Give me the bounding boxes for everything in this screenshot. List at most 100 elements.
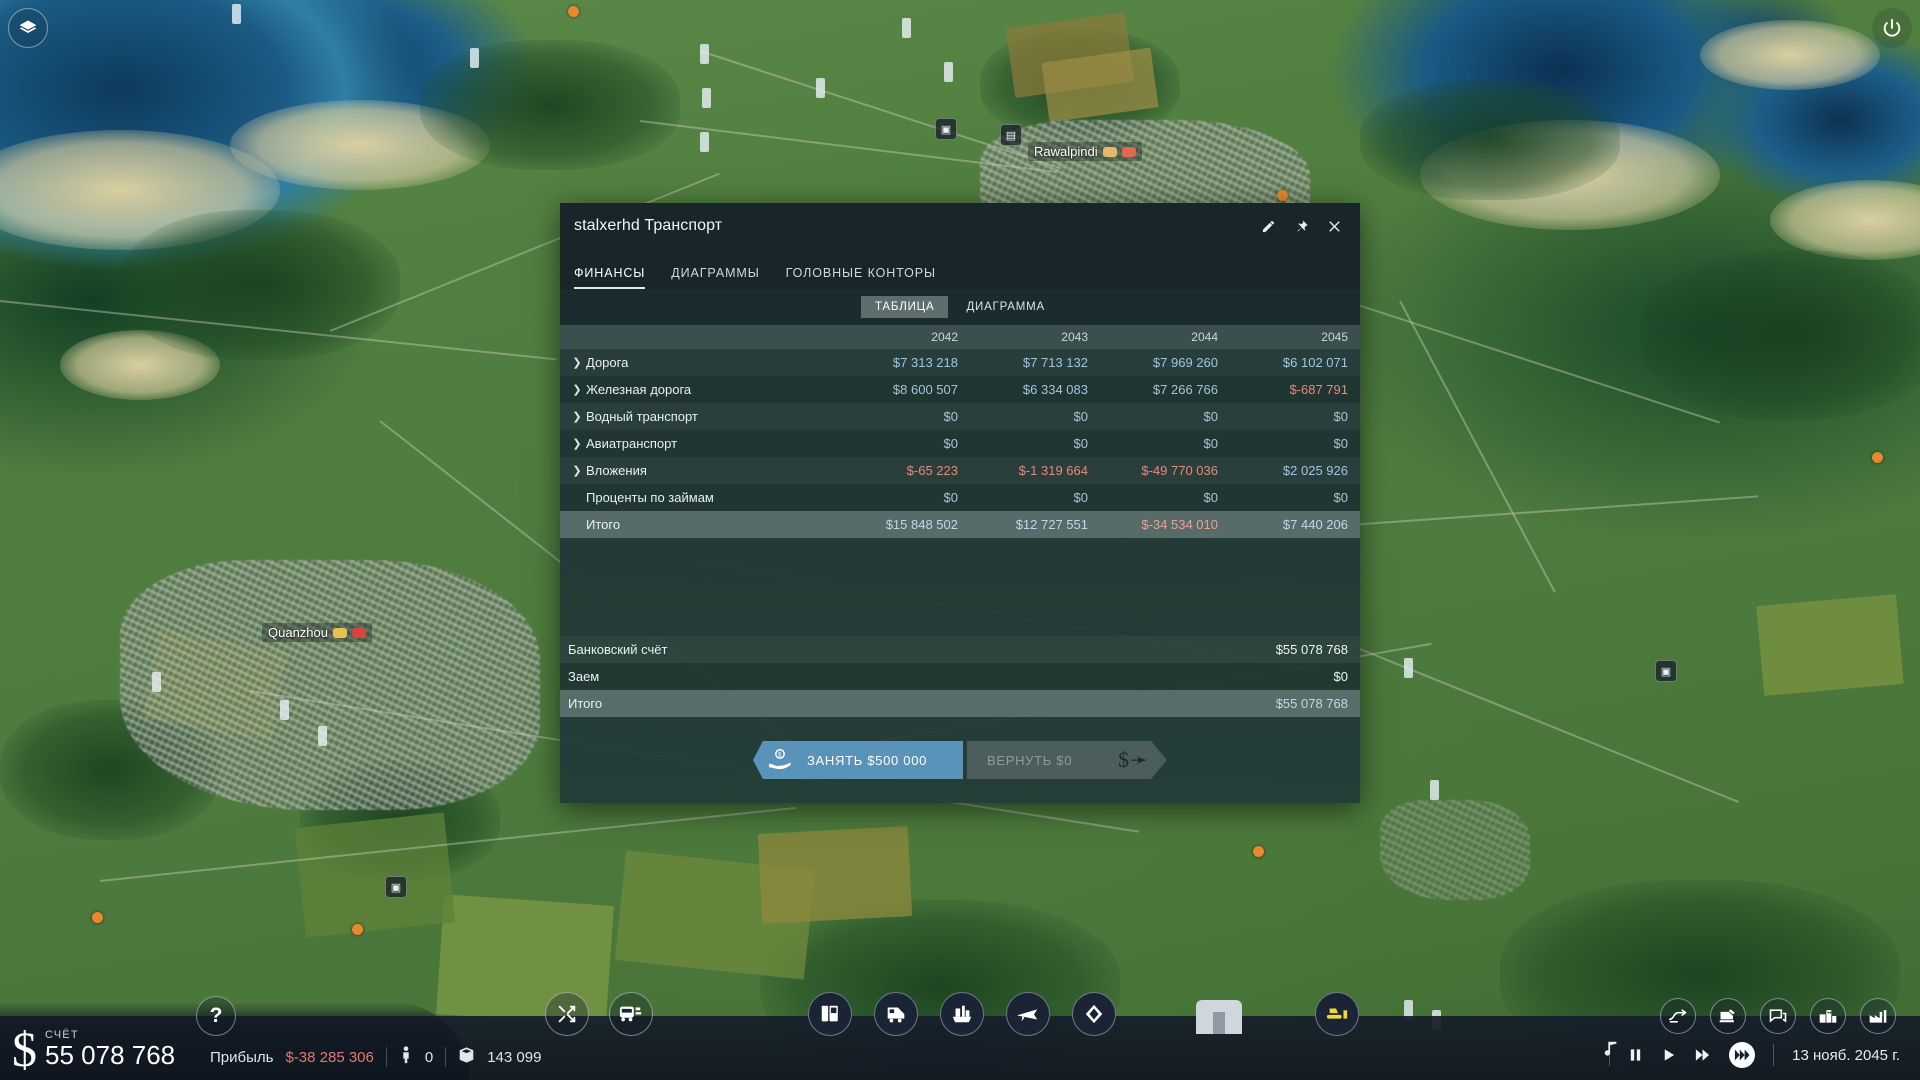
map-city-name: Rawalpindi	[1034, 144, 1098, 159]
stats-divider-2	[445, 1047, 446, 1067]
cell-2045: $6 102 071	[1230, 355, 1360, 370]
play-icon	[1661, 1047, 1676, 1063]
table-row[interactable]: ❯ Дорога $7 313 218 $7 713 132 $7 969 26…	[560, 349, 1360, 376]
borrow-button[interactable]: $ ЗАНЯТЬ $500 000	[753, 741, 963, 779]
map-city-label[interactable]: Quanzhou	[262, 623, 372, 642]
tools-left-group	[545, 992, 653, 1036]
cell-2043: $0	[970, 436, 1100, 451]
dollar-sign-icon: $	[12, 1024, 37, 1074]
playback-controls: 13 нояб. 2045 г.	[1609, 1042, 1900, 1068]
cell-2044: $7 266 766	[1100, 382, 1230, 397]
pin-icon[interactable]	[1294, 219, 1309, 234]
question-mark-icon: ?	[210, 1004, 223, 1028]
cell-2045: $-687 791	[1230, 382, 1360, 397]
table-row[interactable]: ❯ Вложения $-65 223 $-1 319 664 $-49 770…	[560, 457, 1360, 484]
panel-title: stalxerhd Транспорт	[574, 217, 1261, 235]
tab-headquarters[interactable]: ГОЛОВНЫЕ КОНТОРЫ	[786, 266, 936, 289]
pause-icon	[1628, 1047, 1643, 1063]
mine-button[interactable]	[1072, 992, 1116, 1036]
cargo-value: 143 099	[487, 1049, 541, 1066]
pencil-icon[interactable]	[1261, 219, 1276, 234]
resource-swatch-2	[1122, 147, 1136, 157]
cell-2044: $7 969 260	[1100, 355, 1230, 370]
repay-button[interactable]: ВЕРНУТЬ $0 $➛	[967, 741, 1167, 779]
power-button[interactable]	[1872, 8, 1912, 48]
city-icon	[1818, 1007, 1838, 1025]
row-label: Проценты по займам	[586, 490, 840, 505]
summary-label: Заем	[568, 669, 1334, 684]
view-mode-switch[interactable]: ТАБЛИЦА ДИАГРАММА	[560, 289, 1360, 325]
profit-value: $-38 285 306	[285, 1049, 373, 1066]
cell-2045: $0	[1230, 490, 1360, 505]
map-marker-cargo[interactable]: ▣	[385, 876, 407, 898]
map-city-label[interactable]: Rawalpindi	[1028, 142, 1142, 161]
bus-button[interactable]	[609, 992, 653, 1036]
table-row[interactable]: ❯ Водный транспорт $0 $0 $0 $0	[560, 403, 1360, 430]
map-marker-cargo[interactable]: ▣	[1655, 660, 1677, 682]
plane-button[interactable]	[1006, 992, 1050, 1036]
chevron-right-icon[interactable]: ❯	[568, 464, 586, 477]
summary-row-total: Итого $55 078 768	[560, 690, 1360, 717]
table-row[interactable]: Проценты по займам $0 $0 $0 $0	[560, 484, 1360, 511]
total-2045: $7 440 206	[1230, 517, 1360, 532]
cell-2042: $0	[840, 409, 970, 424]
very-fast-forward-button[interactable]	[1729, 1042, 1755, 1068]
fast-forward-button[interactable]	[1694, 1047, 1711, 1063]
bulldozer-icon	[1325, 1004, 1349, 1024]
chevron-right-icon[interactable]: ❯	[568, 410, 586, 423]
finance-panel[interactable]: stalxerhd Транспорт ФИНАНСЫ ДИАГРАММЫ ГО…	[560, 203, 1360, 803]
svg-text:$: $	[778, 750, 782, 759]
vehicle-editor-button[interactable]	[1710, 998, 1746, 1034]
tools-mid-group	[808, 992, 1116, 1036]
chevron-right-icon[interactable]: ❯	[568, 437, 586, 450]
tab-charts[interactable]: ДИАГРАММЫ	[671, 266, 759, 289]
subtab-chart[interactable]: ДИАГРАММА	[952, 296, 1059, 318]
shuffle-icon	[556, 1003, 578, 1025]
playback-divider-2	[1773, 1044, 1774, 1066]
route-button[interactable]	[1660, 998, 1696, 1034]
cell-2042: $0	[840, 436, 970, 451]
train-button[interactable]	[874, 992, 918, 1036]
shuffle-button[interactable]	[545, 992, 589, 1036]
row-label: Железная дорога	[586, 382, 840, 397]
map-marker-station[interactable]: ▤	[1000, 124, 1022, 146]
chat-button[interactable]	[1760, 998, 1796, 1034]
industry-button[interactable]	[1860, 998, 1896, 1034]
map-marker-cargo[interactable]: ▣	[935, 118, 957, 140]
bottom-toolbar: $ СЧЁТ 55 078 768 Прибыль $-38 285 306 0…	[0, 1016, 1920, 1080]
table-total-row: Итого $15 848 502 $12 727 551 $-34 534 0…	[560, 511, 1360, 538]
cell-2043: $7 713 132	[970, 355, 1100, 370]
repay-label: ВЕРНУТЬ $0	[987, 753, 1072, 768]
mine-icon	[1083, 1003, 1105, 1025]
panel-tabs[interactable]: ФИНАНСЫ ДИАГРАММЫ ГОЛОВНЫЕ КОНТОРЫ	[560, 249, 1360, 289]
close-icon[interactable]	[1327, 219, 1342, 234]
table-header-row: 2042 2043 2044 2045	[560, 325, 1360, 349]
header-year-2043: 2043	[970, 330, 1100, 344]
bulldozer-button[interactable]	[1315, 992, 1359, 1036]
table-row[interactable]: ❯ Авиатранспорт $0 $0 $0 $0	[560, 430, 1360, 457]
account-value: 55 078 768	[45, 1041, 175, 1070]
table-row[interactable]: ❯ Железная дорога $8 600 507 $6 334 083 …	[560, 376, 1360, 403]
city-button[interactable]	[1810, 998, 1846, 1034]
finance-table-body: ❯ Дорога $7 313 218 $7 713 132 $7 969 26…	[560, 349, 1360, 538]
bus-icon	[619, 1003, 643, 1025]
resource-swatch-1	[1103, 147, 1117, 157]
depot-button[interactable]	[1196, 1000, 1242, 1034]
pause-button[interactable]	[1628, 1047, 1643, 1063]
subtab-table[interactable]: ТАБЛИЦА	[861, 296, 948, 318]
plane-icon	[1016, 1003, 1040, 1025]
total-2043: $12 727 551	[970, 517, 1100, 532]
chevron-right-icon[interactable]: ❯	[568, 356, 586, 369]
tab-finances[interactable]: ФИНАНСЫ	[574, 266, 645, 289]
help-button[interactable]: ?	[196, 996, 236, 1036]
book-truck-icon	[819, 1003, 841, 1025]
passenger-icon	[399, 1046, 413, 1068]
account-caption: СЧЁТ	[45, 1029, 175, 1041]
panel-footer: $ ЗАНЯТЬ $500 000 ВЕРНУТЬ $0 $➛	[560, 717, 1360, 803]
total-2042: $15 848 502	[840, 517, 970, 532]
chevron-right-icon[interactable]: ❯	[568, 383, 586, 396]
layers-button[interactable]	[8, 8, 48, 48]
ship-button[interactable]	[940, 992, 984, 1036]
play-button[interactable]	[1661, 1047, 1676, 1063]
records-button[interactable]	[808, 992, 852, 1036]
